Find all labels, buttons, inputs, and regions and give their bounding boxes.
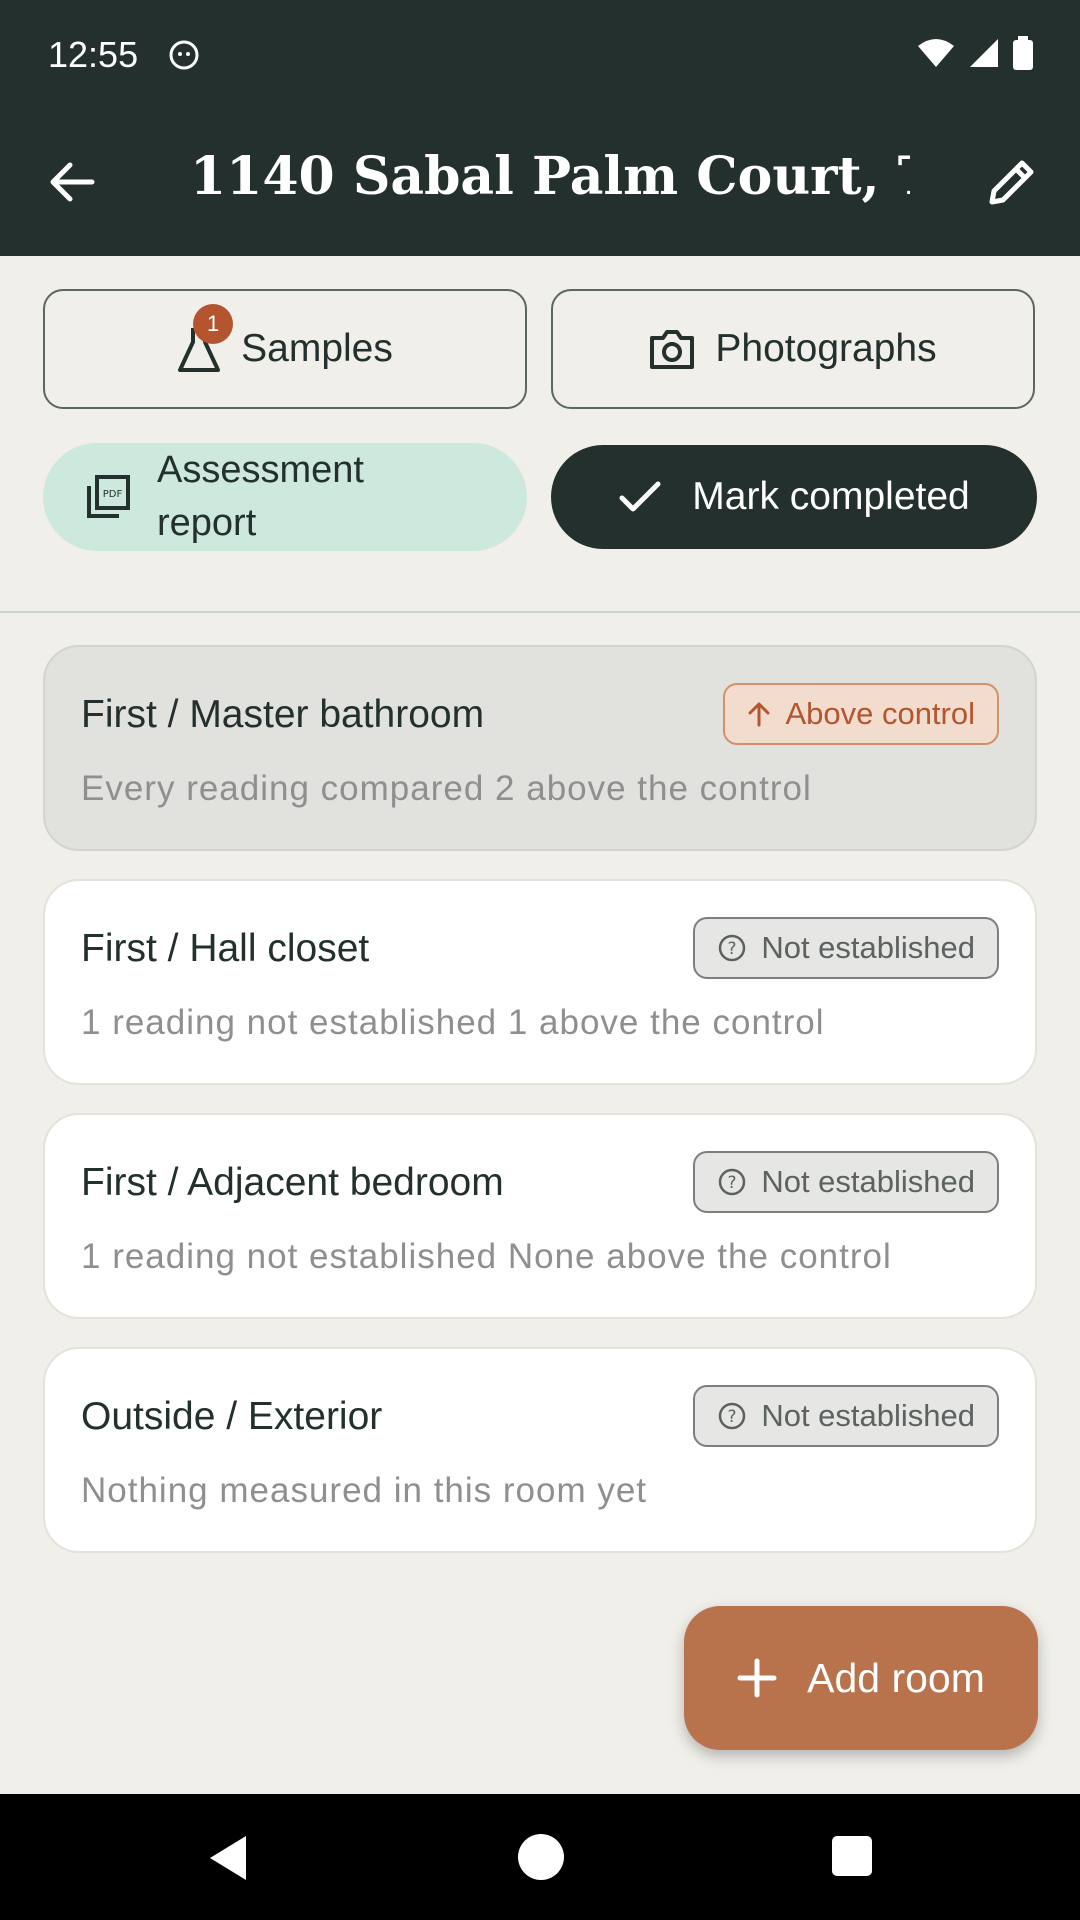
room-card-hall-closet[interactable]: First / Hall closet ? Not established 1 … — [43, 879, 1037, 1085]
camera-icon — [650, 330, 695, 369]
room-name: First / Adjacent bedroom — [81, 1161, 504, 1204]
help-circle-icon: ? — [719, 934, 746, 962]
assessment-report-label: Assessment report — [157, 448, 364, 544]
nav-back-icon[interactable] — [206, 1834, 250, 1882]
status-chip-label: Not established — [761, 1398, 975, 1433]
back-arrow-icon[interactable] — [44, 154, 100, 210]
nav-recents-icon[interactable] — [832, 1836, 872, 1876]
samples-icon-wrapper: 1 — [177, 304, 234, 374]
room-card-exterior[interactable]: Outside / Exterior ? Not established Not… — [43, 1347, 1037, 1553]
help-circle-icon: ? — [719, 1168, 746, 1196]
room-name: First / Master bathroom — [81, 693, 485, 736]
photographs-label: Photographs — [715, 327, 937, 370]
samples-button[interactable]: 1 Samples — [43, 289, 527, 409]
svg-text:?: ? — [728, 1407, 737, 1427]
battery-icon — [1013, 36, 1033, 70]
assessment-report-button[interactable]: PDF Assessment report — [43, 443, 527, 551]
room-summary: Every reading compared 2 above the contr… — [81, 769, 812, 808]
wifi-icon — [918, 39, 954, 67]
svg-text:?: ? — [728, 939, 737, 959]
room-summary: 1 reading not established None above the… — [81, 1237, 892, 1276]
edit-pencil-icon[interactable] — [984, 154, 1040, 210]
mark-completed-label: Mark completed — [692, 475, 970, 518]
signal-icon — [970, 39, 998, 67]
status-chip-label: Not established — [761, 1164, 975, 1199]
plus-icon — [737, 1658, 777, 1698]
photographs-button[interactable]: Photographs — [551, 289, 1035, 409]
help-circle-icon: ? — [719, 1402, 746, 1430]
add-room-button[interactable]: Add room — [684, 1606, 1038, 1750]
divider — [0, 611, 1080, 613]
room-name: First / Hall closet — [81, 927, 370, 970]
status-chip: ? Not established — [693, 1151, 999, 1213]
status-time: 12:55 — [48, 34, 139, 75]
room-card-master-bathroom[interactable]: First / Master bathroom Above control Ev… — [43, 645, 1037, 851]
status-chip: ? Not established — [693, 1385, 999, 1447]
svg-text:PDF: PDF — [103, 489, 123, 500]
pdf-icon: PDF — [87, 475, 130, 518]
cat-notification-icon — [169, 40, 199, 70]
arrow-up-icon — [748, 702, 770, 727]
status-bar: 12:55 — [0, 0, 1080, 110]
room-card-adjacent-bedroom[interactable]: First / Adjacent bedroom ? Not establish… — [43, 1113, 1037, 1319]
status-chip: ? Not established — [693, 917, 999, 979]
check-icon — [619, 481, 661, 512]
add-room-label: Add room — [807, 1654, 985, 1701]
room-name: Outside / Exterior — [81, 1395, 383, 1438]
room-summary: 1 reading not established 1 above the co… — [81, 1003, 825, 1042]
svg-text:?: ? — [728, 1173, 737, 1193]
mark-completed-button[interactable]: Mark completed — [551, 445, 1037, 549]
room-summary: Nothing measured in this room yet — [81, 1471, 648, 1510]
status-chip-label: Not established — [761, 930, 975, 965]
app-bar: 1140 Sabal Palm Court, Tamp... — [0, 110, 1080, 256]
nav-home-icon[interactable] — [518, 1834, 564, 1880]
samples-label: Samples — [241, 327, 393, 370]
system-nav-bar — [0, 1794, 1080, 1920]
status-chip-label: Above control — [785, 696, 975, 731]
status-chip: Above control — [723, 683, 999, 745]
samples-count-badge: 1 — [193, 304, 234, 344]
page-title: 1140 Sabal Palm Court, Tamp... — [190, 146, 910, 207]
